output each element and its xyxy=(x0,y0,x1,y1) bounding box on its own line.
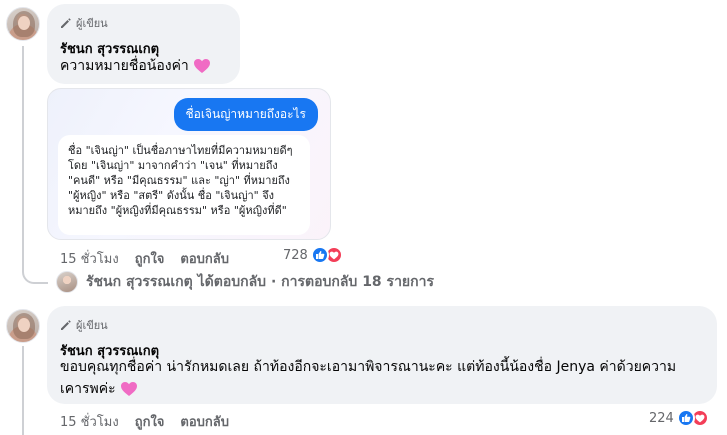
comment-body: ขอบคุณทุกชื่อค่า น่ารักหมดเลย ถ้าท้องอีก… xyxy=(60,359,677,397)
badge-label: ผู้เขียน xyxy=(76,319,108,332)
pink-heart-icon xyxy=(194,59,211,73)
comment-image[interactable]: ชื่อเจินญ่าหมายถึงอะไร ชื่อ "เจินญ่า" เป… xyxy=(47,88,331,240)
thread-line xyxy=(22,46,24,266)
reply-button[interactable]: ตอบกลับ xyxy=(180,411,229,432)
chat-question-bubble: ชื่อเจินญ่าหมายถึงอะไร xyxy=(173,98,318,131)
author-badge: ผู้เขียน xyxy=(60,316,108,334)
like-button[interactable]: ถูกใจ xyxy=(135,248,165,269)
reaction-summary[interactable]: 224 xyxy=(649,409,709,427)
pencil-icon xyxy=(61,320,71,330)
timestamp[interactable]: 15 ชั่วโมง xyxy=(60,411,119,432)
replies-summary-text[interactable]: รัชนก สุวรรณเกตุ ได้ตอบกลับ · การตอบกลับ… xyxy=(86,271,434,293)
badge-label: ผู้เขียน xyxy=(76,17,108,30)
avatar[interactable] xyxy=(6,7,40,41)
timestamp[interactable]: 15 ชั่วโมง xyxy=(60,248,119,269)
chat-answer-bubble: ชื่อ "เจินญ่า" เป็นชื่อภาษาไทยที่มีความห… xyxy=(58,135,310,235)
reply-button[interactable]: ตอบกลับ xyxy=(180,248,229,269)
comment-text: ความหมายชื่อน้องค่า xyxy=(60,55,211,77)
like-reaction-icon xyxy=(676,409,695,427)
avatar[interactable] xyxy=(6,309,40,343)
avatar xyxy=(56,271,78,293)
pink-heart-icon xyxy=(121,382,138,396)
thread-line-curve xyxy=(22,264,48,284)
author-badge: ผู้เขียน xyxy=(60,14,108,32)
reaction-summary[interactable]: 728 xyxy=(283,246,343,264)
view-replies-link[interactable]: รัชนก สุวรรณเกตุ ได้ตอบกลับ · การตอบกลับ… xyxy=(56,271,434,293)
comment-actions: 15 ชั่วโมง ถูกใจ ตอบกลับ xyxy=(60,248,245,269)
like-button[interactable]: ถูกใจ xyxy=(135,411,165,432)
pencil-icon xyxy=(61,18,71,28)
reaction-count: 728 xyxy=(283,247,308,263)
comment-actions: 15 ชั่วโมง ถูกใจ ตอบกลับ xyxy=(60,411,245,432)
reaction-count: 224 xyxy=(649,410,674,426)
like-reaction-icon xyxy=(310,246,329,264)
comment-text: ขอบคุณทุกชื่อค่า น่ารักหมดเลย ถ้าท้องอีก… xyxy=(60,356,700,400)
thread-line xyxy=(22,346,24,435)
comment-body: ความหมายชื่อน้องค่า xyxy=(60,58,189,74)
